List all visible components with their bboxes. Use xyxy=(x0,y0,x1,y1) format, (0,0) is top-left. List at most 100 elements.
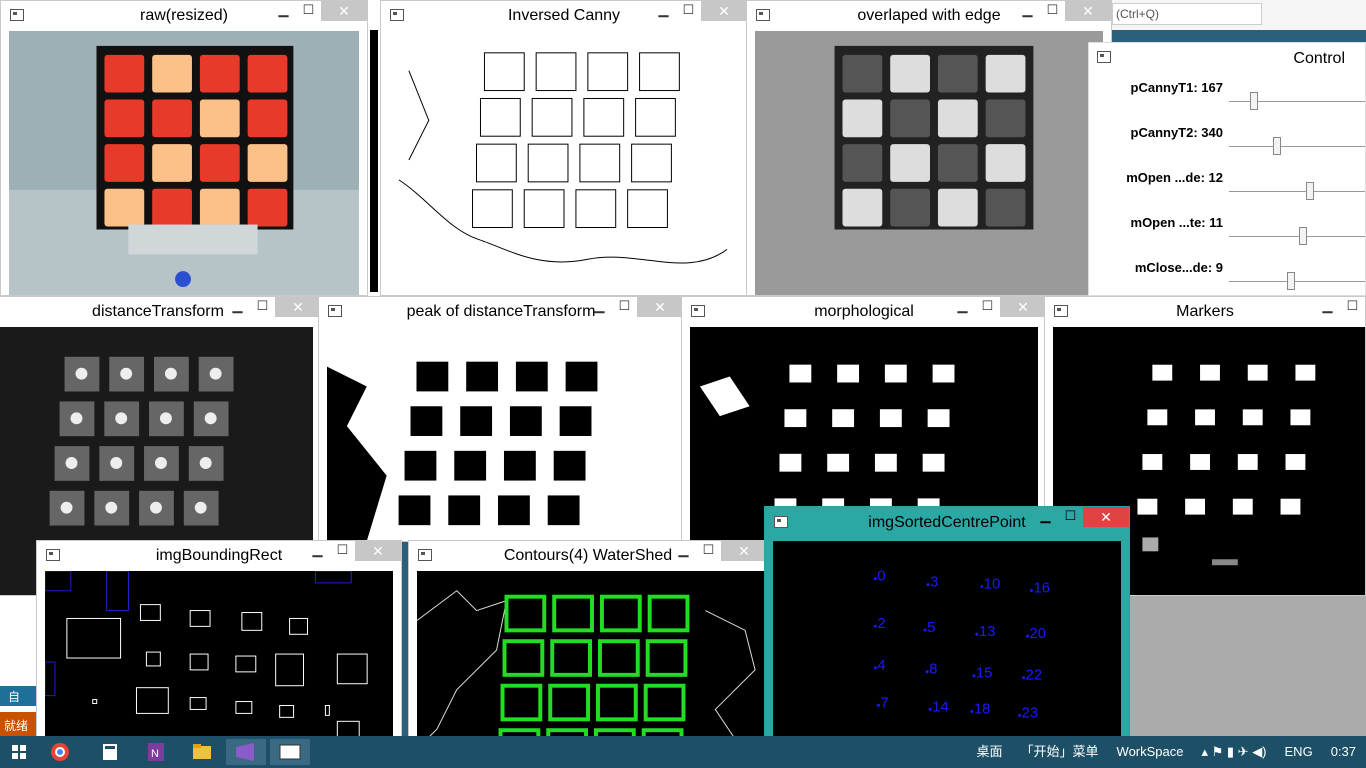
slider-thumb[interactable] xyxy=(1299,227,1308,245)
close-button[interactable]: ✕ xyxy=(1065,1,1111,21)
overlap-window[interactable]: overlaped with edge ▁ ☐ ✕ xyxy=(746,0,1112,296)
cubelet xyxy=(985,144,1026,182)
minimize-button[interactable]: ▁ xyxy=(587,297,612,317)
canny-edge xyxy=(535,52,577,92)
close-button[interactable]: ✕ xyxy=(321,1,367,21)
minimize-button[interactable]: ▁ xyxy=(225,297,250,317)
slider-thumb[interactable] xyxy=(1250,92,1259,110)
maximize-button[interactable]: ☐ xyxy=(975,297,1000,317)
window-title: Control xyxy=(1293,50,1345,67)
centre-point-label: 15 xyxy=(976,666,993,682)
watershed-contour xyxy=(552,594,594,633)
distance-peak-centre xyxy=(194,501,207,514)
slider-thumb[interactable] xyxy=(1305,182,1314,200)
slider-track[interactable] xyxy=(1229,281,1365,282)
watershed-contour xyxy=(645,639,688,677)
tray-item-desktop[interactable]: 桌面 xyxy=(977,736,1003,768)
slider-row[interactable]: pCannyT2: 340 xyxy=(1089,125,1365,165)
vs-status-ready: 就绪 xyxy=(0,712,36,738)
slider-row[interactable]: mClose...de: 9 xyxy=(1089,260,1365,295)
slider-track[interactable] xyxy=(1229,191,1365,192)
raw-window[interactable]: raw(resized) ▁ ☐ ✕ xyxy=(0,0,368,296)
minimize-button[interactable]: ▁ xyxy=(305,541,330,561)
morph-blob xyxy=(932,364,955,383)
close-button[interactable]: ✕ xyxy=(637,297,683,317)
explorer-icon[interactable] xyxy=(186,739,218,765)
minimize-button[interactable]: ▁ xyxy=(1315,297,1340,317)
clock[interactable]: 0:37 xyxy=(1331,736,1356,768)
centre-point-label: 0 xyxy=(877,569,885,585)
distance-peak-centre xyxy=(159,412,172,425)
close-button[interactable]: ✕ xyxy=(701,1,747,21)
minimize-button[interactable]: ▁ xyxy=(271,1,296,21)
contours-window[interactable]: Contours(4) WaterShed ▁ ☐ ✕ xyxy=(408,540,768,750)
slider-panel: pCannyT1: 167 pCannyT2: 340 mOpen ...de: 1… xyxy=(1089,75,1365,295)
calculator-icon[interactable] xyxy=(94,739,126,765)
maximize-button[interactable]: ☐ xyxy=(696,541,721,561)
close-button[interactable]: ✕ xyxy=(1000,297,1046,317)
close-button[interactable]: ✕ xyxy=(355,541,401,561)
cubelet xyxy=(247,99,288,138)
canny-window[interactable]: Inversed Canny ▁ ☐ ✕ xyxy=(380,0,748,296)
peak-region xyxy=(327,366,387,541)
centre-point xyxy=(1026,634,1030,638)
watershed-contour xyxy=(550,639,593,677)
tray-item-start-menu[interactable]: 「开始」菜单 xyxy=(1021,736,1099,768)
minimize-button[interactable]: ▁ xyxy=(1033,507,1058,527)
cubelet xyxy=(199,144,240,182)
slider-thumb[interactable] xyxy=(1272,137,1281,155)
peak-hole xyxy=(559,406,592,436)
watershed-contour xyxy=(502,639,545,677)
minimize-button[interactable]: ▁ xyxy=(651,1,676,21)
maximize-button[interactable]: ☐ xyxy=(296,1,321,21)
chrome-icon[interactable] xyxy=(44,739,76,765)
peak-hole xyxy=(498,495,530,526)
opencv-window-icon[interactable] xyxy=(270,739,310,765)
maximize-button[interactable]: ☐ xyxy=(1058,507,1083,527)
bounding-rect xyxy=(279,704,295,718)
close-button[interactable]: ✕ xyxy=(1083,507,1129,527)
canny-edge xyxy=(575,189,617,229)
centre-point xyxy=(928,707,932,711)
slider-row[interactable]: mOpen ...te: 11 xyxy=(1089,215,1365,255)
tray-item-workspace[interactable]: WorkSpace xyxy=(1117,736,1184,768)
slider-track[interactable] xyxy=(1229,146,1365,147)
control-window[interactable]: Control pCannyT1: 167 pCannyT2: 340 mOpen … xyxy=(1088,42,1366,296)
peak-window[interactable]: peak of distanceTransform ▁ ☐ ✕ xyxy=(318,296,684,542)
minimize-button[interactable]: ▁ xyxy=(671,541,696,561)
windows-start-icon[interactable] xyxy=(12,745,26,759)
bbox-window[interactable]: imgBoundingRect ▁ ☐ ✕ xyxy=(36,540,402,750)
search-input[interactable]: (Ctrl+Q) xyxy=(1112,3,1262,25)
maximize-button[interactable]: ☐ xyxy=(1340,297,1365,317)
slider-row[interactable]: mOpen ...de: 12 xyxy=(1089,170,1365,210)
peak-hole xyxy=(515,361,548,392)
maximize-button[interactable]: ☐ xyxy=(612,297,637,317)
maximize-button[interactable]: ☐ xyxy=(676,1,701,21)
centre-point xyxy=(980,585,984,589)
maximize-button[interactable]: ☐ xyxy=(330,541,355,561)
slider-row[interactable]: pCannyT1: 167 xyxy=(1089,80,1365,120)
close-button[interactable]: ✕ xyxy=(721,541,767,561)
visual-studio-icon[interactable] xyxy=(226,739,266,765)
close-button[interactable]: ✕ xyxy=(275,297,321,317)
maximize-button[interactable]: ☐ xyxy=(1040,1,1065,21)
slider-track[interactable] xyxy=(1229,236,1365,237)
language-indicator[interactable]: ENG xyxy=(1285,736,1313,768)
centre-point-label: 2 xyxy=(877,616,885,632)
marker-blob xyxy=(1152,364,1173,381)
centre-point xyxy=(925,670,929,674)
minimize-button[interactable]: ▁ xyxy=(950,297,975,317)
morph-blob xyxy=(827,453,850,472)
slider-thumb[interactable] xyxy=(1286,272,1295,290)
onenote-icon[interactable]: N xyxy=(140,739,172,765)
bounding-rect xyxy=(92,699,98,705)
bounding-rect xyxy=(106,571,130,612)
peak-image xyxy=(327,327,675,541)
cubelet xyxy=(152,54,192,93)
sorted-window[interactable]: imgSortedCentrePoint ▁ ☐ ✕ 0 3 10 16 2 5 13 20 4 8 1… xyxy=(764,506,1130,750)
tray-icons[interactable]: ▴ ⚑ ▮ ✈ ◀) xyxy=(1202,736,1267,768)
centre-point-label: 5 xyxy=(927,620,935,636)
canny-edge xyxy=(523,189,565,229)
minimize-button[interactable]: ▁ xyxy=(1015,1,1040,21)
maximize-button[interactable]: ☐ xyxy=(250,297,275,317)
